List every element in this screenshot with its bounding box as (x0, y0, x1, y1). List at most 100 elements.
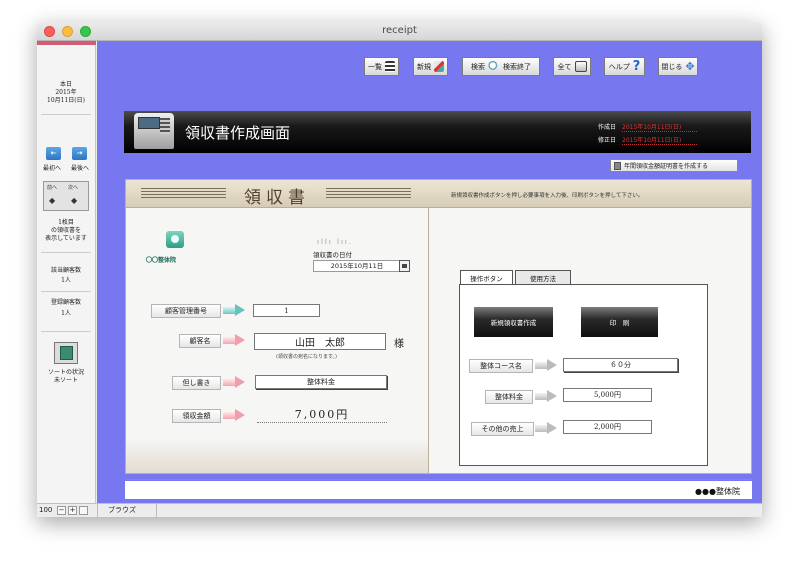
receipt-date-label: 領収書の日付 (313, 251, 352, 259)
fee-label: 整体料金 (485, 390, 533, 404)
layout-area: 一覧 新規 検索 検索終了 全て ヘルプ ? 閉じる ✥ 領収書作成画面 作成日 (97, 41, 762, 503)
footer-divider (125, 479, 752, 480)
prev-arrow-icon[interactable]: ◆ (49, 196, 55, 205)
today-year: 2015年 (55, 89, 77, 96)
close-label: 閉じる (661, 62, 683, 71)
title-bar: receipt (37, 22, 762, 41)
list-icon (385, 61, 395, 72)
sort-icon[interactable] (54, 342, 78, 364)
print-button[interactable]: 印 刷 (581, 307, 658, 337)
arrow-right-icon (535, 359, 557, 372)
sort-status-label: ソートの状況 (47, 369, 84, 376)
next-label: 次へ (68, 185, 79, 191)
other-sales-field[interactable]: 2,000円 (563, 420, 652, 434)
course-label: 整体コース名 (469, 359, 533, 373)
show-all-button[interactable]: 全て (553, 57, 591, 76)
customer-name-field[interactable]: 山田 太郎 (254, 333, 386, 350)
fee-field[interactable]: 5,000円 (563, 388, 652, 402)
created-label: 作成日 (598, 124, 617, 131)
annual-certificate-button[interactable]: 年間領収金額証明書を作成する (610, 159, 738, 172)
clinic-name: 〇〇整体院 (146, 257, 177, 264)
record-position-3: 表示しています (45, 235, 87, 242)
title-decoration (326, 188, 411, 200)
receipt-amount: 7,000円 (257, 406, 387, 423)
instruction-text: 新規領収書作成ボタンを押し必要事項を入力後、印刷ボタンを押して下さい。 (451, 193, 644, 199)
all-label: 全て (557, 62, 572, 71)
customer-name-label: 顧客名 (179, 334, 221, 348)
list-label: 一覧 (368, 62, 382, 71)
zoom-in-button[interactable]: + (68, 506, 77, 515)
annual-certificate-label: 年間領収金額証明書を作成する (624, 163, 709, 170)
course-field[interactable]: ６０分 (563, 358, 678, 372)
created-date: 2015年10月11日(日) (622, 122, 697, 132)
mode-indicator[interactable]: ブラウズ (97, 504, 157, 517)
sidebar-divider (41, 331, 91, 332)
close-layout-button[interactable]: 閉じる ✥ (658, 57, 698, 76)
customer-id-field[interactable]: 1 (253, 304, 320, 317)
honorific-sama: 様 (394, 339, 404, 350)
record-position-1: 1枚目 (58, 219, 74, 226)
barcode-decoration: ıllı lıı. (317, 238, 354, 246)
window-title: receipt (382, 25, 417, 36)
today-label: 本日 (59, 81, 72, 88)
instruction-bar: 新規領収書作成ボタンを押し必要事項を入力後、印刷ボタンを押して下さい。 (428, 180, 751, 208)
status-bar: 100 − + ブラウズ (37, 503, 762, 517)
arrow-right-icon (535, 390, 557, 403)
help-icon: ? (632, 59, 641, 74)
close-arrows-icon: ✥ (685, 60, 695, 73)
receipt-date-field[interactable]: 2015年10月11日 (313, 260, 401, 272)
arrow-right-icon (223, 376, 245, 389)
cash-register-icon (134, 113, 174, 149)
memo-label: 但し書き (172, 376, 221, 390)
zoom-out-button[interactable]: − (57, 506, 66, 515)
arrow-right-icon (223, 334, 245, 347)
tab-operation-buttons[interactable]: 操作ボタン (460, 270, 513, 284)
zoom-level[interactable]: 100 (39, 506, 52, 514)
receipt-title-bar: 領収書 (126, 180, 428, 208)
status-sidebar: 本日 2015年 10月11日(日) ⇤ ⇥ 最初へ 最後へ 前へ 次へ ◆ ◆… (37, 41, 96, 503)
arrow-right-icon (223, 409, 245, 422)
new-receipt-button[interactable]: 新規領収書作成 (474, 307, 553, 337)
today-date: 10月11日(日) (47, 97, 85, 104)
show-all-icon (574, 61, 587, 72)
document-icon (614, 161, 621, 170)
new-label: 新規 (417, 62, 431, 71)
found-count: 1人 (61, 277, 71, 284)
sidebar-divider (41, 291, 91, 292)
modified-date: 2015年10月11日(日) (622, 135, 697, 145)
title-decoration (141, 188, 226, 200)
other-sales-label: その他の売上 (471, 422, 534, 436)
record-position-2: の領収書を (50, 227, 81, 234)
record-nav-box[interactable]: 前へ 次へ ◆ ◆ (43, 181, 89, 211)
search-button[interactable]: 検索 検索終了 (462, 57, 540, 76)
search-end-label: 検索終了 (503, 62, 531, 71)
amount-label: 領収金額 (172, 409, 221, 423)
clinic-logo-icon (166, 231, 184, 248)
screen-header: 領収書作成画面 作成日 2015年10月11日(日) 修正日 2015年10月1… (124, 111, 751, 153)
arrow-right-icon (535, 422, 557, 435)
sidebar-divider (41, 252, 91, 253)
new-record-button[interactable]: 新規 (413, 57, 448, 76)
help-button[interactable]: ヘルプ ? (604, 57, 645, 76)
toggle-toolbar-button[interactable] (79, 506, 88, 515)
found-count-label: 該当顧客数 (50, 267, 81, 274)
arrow-right-icon (223, 304, 245, 317)
footer-clinic-name: ●●●整体院 (695, 487, 740, 496)
help-label: ヘルプ (608, 62, 630, 71)
name-note: (領収書の宛名になります。) (276, 354, 337, 360)
sort-status: 未ソート (53, 377, 78, 384)
memo-field[interactable]: 整体料金 (255, 375, 387, 389)
calendar-icon[interactable] (399, 260, 410, 272)
list-button[interactable]: 一覧 (364, 57, 399, 76)
last-record-button[interactable]: ⇥ (72, 147, 87, 160)
prev-label: 前へ (47, 185, 58, 191)
receipt-title: 領収書 (244, 188, 310, 208)
search-icon (488, 61, 500, 72)
customer-id-label: 顧客管理番号 (151, 304, 221, 318)
tab-usage[interactable]: 使用方法 (515, 270, 571, 284)
receipt-footer-shade (126, 438, 428, 473)
first-record-button[interactable]: ⇤ (46, 147, 61, 160)
next-arrow-icon[interactable]: ◆ (71, 196, 77, 205)
search-label: 検索 (471, 62, 485, 71)
sidebar-stripe (37, 41, 96, 45)
